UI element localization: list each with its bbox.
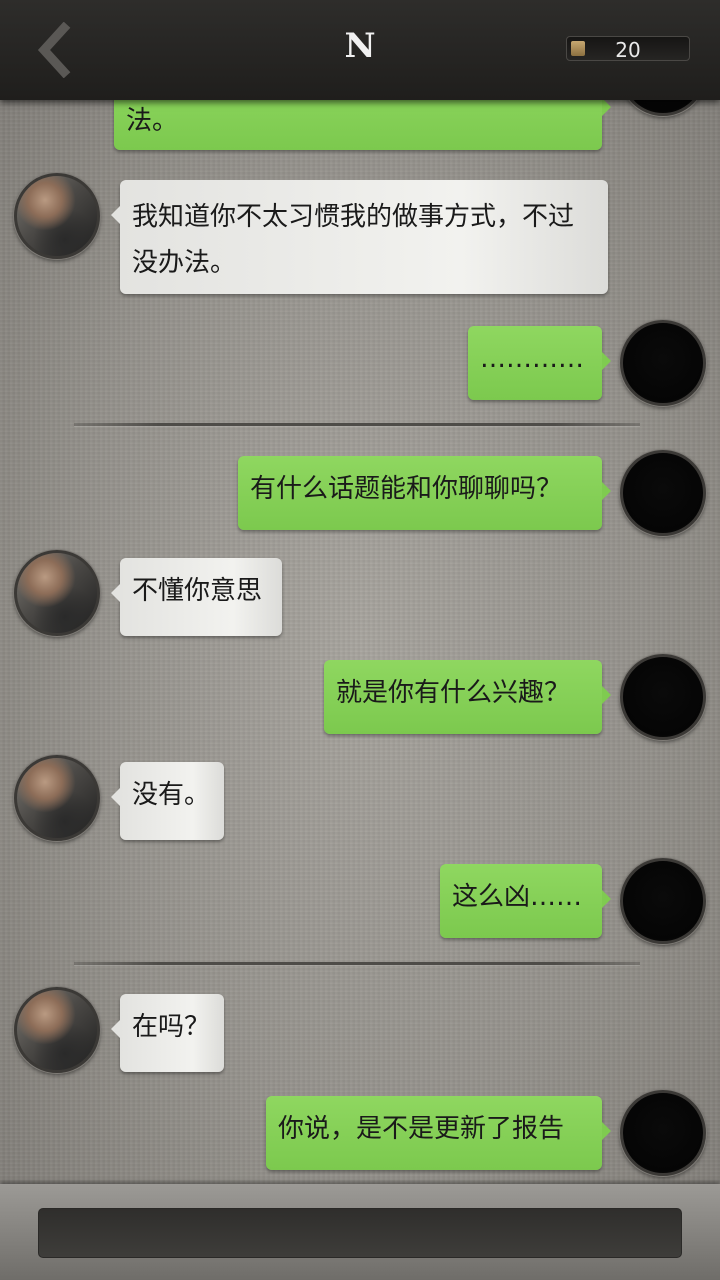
self-avatar[interactable] bbox=[620, 450, 706, 536]
counter-value: 20 bbox=[615, 38, 641, 62]
message-text: 你说，是不是更新了报告 bbox=[278, 1114, 565, 1144]
message-bubble-outgoing: ………… bbox=[468, 326, 611, 400]
message-bubble-outgoing: 就是你有什么兴趣？ bbox=[324, 660, 611, 734]
message-bubble-incoming: 我知道你不太习惯我的做事方式，不过没办法。 bbox=[111, 180, 608, 294]
top-bar: N 20 bbox=[0, 0, 720, 100]
message-bubble-incoming: 在吗？ bbox=[111, 994, 224, 1072]
section-divider bbox=[74, 962, 640, 965]
section-divider bbox=[74, 423, 640, 426]
message-text: ………… bbox=[480, 344, 584, 374]
message-text: 就是你有什么兴趣？ bbox=[336, 678, 571, 708]
message-text: 在吗？ bbox=[132, 1012, 211, 1042]
message-text: 有什么话题能和你聊聊吗？ bbox=[250, 474, 563, 504]
message-text: 不懂你意思 bbox=[132, 576, 263, 606]
contact-avatar[interactable] bbox=[14, 550, 100, 636]
self-avatar[interactable] bbox=[620, 654, 706, 740]
message-text: 法。 bbox=[126, 106, 179, 136]
input-bar bbox=[0, 1184, 720, 1280]
message-input[interactable] bbox=[38, 1208, 682, 1258]
contact-avatar[interactable] bbox=[14, 987, 100, 1073]
message-bubble-outgoing: 你说，是不是更新了报告 bbox=[266, 1096, 611, 1170]
message-text: 我知道你不太习惯我的做事方式，不过没办法。 bbox=[132, 202, 575, 278]
self-avatar[interactable] bbox=[620, 1090, 706, 1176]
chat-screen: N 20 法。 我知道你不太习惯我的做事方式，不过没办法。 ………… 有什么话题… bbox=[0, 0, 720, 1280]
message-bubble-incoming: 没有。 bbox=[111, 762, 224, 840]
message-bubble-incoming: 不懂你意思 bbox=[111, 558, 282, 636]
contact-avatar[interactable] bbox=[14, 173, 100, 259]
message-text: 没有。 bbox=[132, 780, 211, 810]
message-bubble-outgoing: 这么凶…… bbox=[440, 864, 611, 938]
self-avatar[interactable] bbox=[620, 320, 706, 406]
contact-avatar[interactable] bbox=[14, 755, 100, 841]
message-bubble-outgoing: 有什么话题能和你聊聊吗？ bbox=[238, 456, 611, 530]
counter-badge: 20 bbox=[566, 36, 690, 62]
self-avatar[interactable] bbox=[620, 858, 706, 944]
message-text: 这么凶…… bbox=[452, 882, 583, 912]
